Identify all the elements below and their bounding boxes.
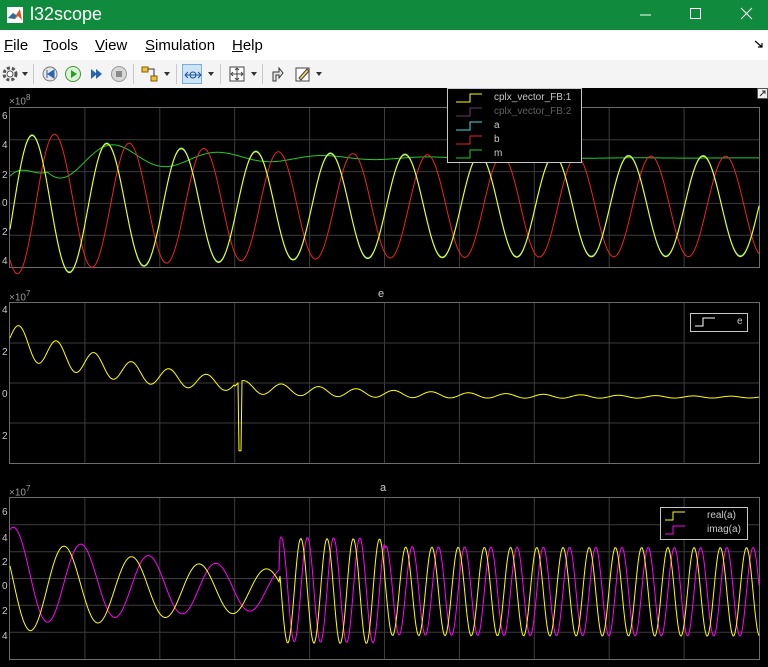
step-back-icon: [42, 66, 58, 82]
y-tick-label: 2: [2, 347, 8, 358]
chevron-down-icon[interactable]: [251, 71, 257, 77]
gear-icon: [2, 66, 18, 82]
y-exponent-label: ×108: [9, 93, 31, 108]
autoscale-icon: [229, 66, 245, 82]
y-tick-label: 2: [2, 557, 8, 568]
menu-file[interactable]: File: [4, 37, 28, 54]
y-tick-label: 6: [2, 507, 8, 518]
toolbar-separator: [176, 64, 177, 84]
legend[interactable]: cplx_vector_FB:1 cplx_vector_FB:2 a b m: [447, 88, 582, 163]
restore-layout-button[interactable]: [268, 64, 288, 84]
run-icon: [65, 66, 81, 82]
stop-icon: [111, 66, 127, 82]
window-title: l32scope: [30, 4, 103, 24]
properties-button[interactable]: [293, 64, 313, 84]
run-button[interactable]: [63, 64, 83, 84]
minimize-button[interactable]: [622, 0, 668, 30]
y-tick-label: 4: [2, 140, 8, 151]
zoom-time-icon: [184, 71, 202, 79]
waveform-plot-2[interactable]: [9, 303, 760, 463]
matlab-icon: [7, 7, 23, 23]
chevron-down-icon[interactable]: [22, 71, 28, 77]
menu-tools[interactable]: Tools: [43, 37, 78, 54]
title-bar: l32scope: [0, 0, 768, 30]
dock-arrow-icon[interactable]: [754, 39, 764, 49]
chevron-down-icon[interactable]: [316, 71, 322, 77]
menu-help[interactable]: Help: [232, 37, 263, 54]
close-icon: [740, 7, 753, 20]
legend[interactable]: real(a) imag(a): [660, 507, 748, 540]
chevron-down-icon[interactable]: [164, 71, 170, 77]
maximize-icon: [690, 8, 701, 19]
toolbar-separator: [262, 64, 263, 84]
y-tick-label: 0: [2, 581, 8, 592]
autoscale-button[interactable]: [227, 64, 247, 84]
waveform-plot-3[interactable]: [9, 498, 760, 659]
y-tick-label: 2: [2, 431, 8, 442]
menu-simulation[interactable]: Simulation: [145, 37, 215, 54]
step-back-button[interactable]: [40, 64, 60, 84]
y-tick-label: 4: [2, 631, 8, 642]
toolbar-separator: [33, 64, 34, 84]
y-tick-label: 4: [2, 256, 8, 267]
waveform-plot-1[interactable]: [9, 108, 760, 275]
restore-layout-icon: [272, 66, 284, 82]
menu-view[interactable]: View: [95, 37, 127, 54]
legend[interactable]: e: [690, 313, 748, 332]
y-tick-label: 2: [2, 170, 8, 181]
y-tick-label: 6: [2, 111, 8, 122]
toolbar-separator: [133, 64, 134, 84]
y-tick-label: 0: [2, 389, 8, 400]
stop-button[interactable]: [109, 64, 129, 84]
y-tick-label: 2: [2, 606, 8, 617]
chevron-down-icon[interactable]: [208, 71, 214, 77]
y-tick-label: 0: [2, 198, 8, 209]
close-button[interactable]: [722, 0, 768, 30]
toolbar: [0, 60, 768, 89]
plot-title: e: [378, 288, 385, 300]
step-forward-icon: [91, 69, 102, 79]
y-tick-label: 2: [2, 227, 8, 238]
minimize-icon: [640, 14, 651, 16]
menu-bar: File Tools View Simulation Help: [0, 30, 768, 60]
y-tick-label: 4: [2, 305, 8, 316]
highlight-block-icon: [141, 66, 158, 82]
highlight-block-button[interactable]: [140, 64, 160, 84]
settings-button[interactable]: [0, 64, 20, 84]
zoom-time-button[interactable]: [182, 64, 202, 84]
maximize-button[interactable]: [672, 0, 718, 30]
undock-icon[interactable]: [757, 88, 768, 99]
toolbar-separator: [220, 64, 221, 84]
plot-title: a: [380, 482, 387, 494]
step-forward-button[interactable]: [86, 64, 106, 84]
properties-icon: [295, 67, 310, 82]
y-tick-label: 4: [2, 533, 8, 544]
